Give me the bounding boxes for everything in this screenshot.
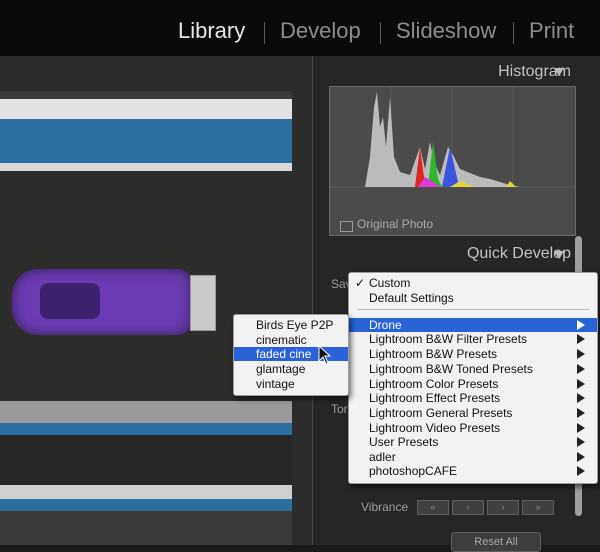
vibrance-decrease-button[interactable]: ‹ [452,500,484,515]
vibrance-increase-large-button[interactable]: » [522,500,554,515]
reset-all-button[interactable]: Reset All [451,532,541,552]
menu-item-bw-presets[interactable]: Lightroom B&W Presets [349,347,597,361]
preset-birds-eye-p2p[interactable]: Birds Eye P2P [234,318,348,332]
road-stripe [0,485,292,499]
road-stripe [0,499,292,511]
submenu-arrow-icon [577,466,585,476]
menu-item-label: Lightroom B&W Presets [369,347,498,361]
submenu-arrow-icon [577,452,585,462]
preset-vintage[interactable]: vintage [234,377,348,391]
car-wing [190,275,216,331]
vibrance-increase-button[interactable]: › [487,500,519,515]
tarmac [0,435,292,485]
submenu-arrow-icon [577,349,585,359]
menu-item-label: Custom [369,276,411,290]
menu-separator [357,309,589,310]
menu-item-label: faded cine [256,347,312,361]
menu-item-label: photoshopCAFE [369,464,458,478]
histogram-graph [330,87,575,188]
menu-item-label: Lightroom Effect Presets [369,391,501,405]
menu-item-label: User Presets [369,435,439,449]
menu-item-color-presets[interactable]: Lightroom Color Presets [349,377,597,391]
module-separator [264,22,265,44]
original-photo-label: Original Photo [357,217,434,231]
road-stripe [0,119,292,163]
menu-item-default-settings[interactable]: Default Settings [349,291,597,305]
menu-item-user-presets[interactable]: User Presets [349,435,597,449]
menu-item-label: Lightroom Video Presets [369,421,501,435]
checkmark-icon: ✓ [355,276,366,290]
module-separator [380,22,381,44]
menu-item-effect-presets[interactable]: Lightroom Effect Presets [349,391,597,405]
road-stripe [0,99,292,119]
collapse-triangle-icon[interactable] [554,68,564,76]
road-stripe [0,163,292,171]
menu-item-label: Lightroom B&W Toned Presets [369,362,533,376]
purple-car [12,269,192,335]
menu-item-adler[interactable]: adler [349,450,597,464]
submenu-arrow-icon [577,423,585,433]
menu-item-bw-toned-presets[interactable]: Lightroom B&W Toned Presets [349,362,597,376]
tarmac [0,511,292,545]
module-develop[interactable]: Develop [280,18,361,44]
vibrance-label: Vibrance [361,500,409,514]
module-print[interactable]: Print [529,18,574,44]
submenu-arrow-icon [577,393,585,403]
vibrance-decrease-large-button[interactable]: « [417,500,449,515]
menu-item-label: adler [369,450,396,464]
submenu-arrow-icon [577,320,585,330]
submenu-arrow-icon [577,334,585,344]
module-slideshow[interactable]: Slideshow [396,18,496,44]
menu-item-label: cinematic [256,333,307,347]
histogram-luminance [365,92,520,187]
histogram: Original Photo [329,86,576,236]
submenu-arrow-icon [577,408,585,418]
road-stripe [0,401,292,423]
saved-preset-menu: ✓ Custom Default Settings Drone Lightroo… [348,272,598,484]
menu-item-custom[interactable]: ✓ Custom [349,276,597,290]
image-view[interactable] [0,56,312,545]
menu-item-label: Lightroom General Presets [369,406,513,420]
menu-item-label: glamtage [256,362,306,376]
original-photo-checkbox[interactable] [340,221,353,232]
menu-item-label: Lightroom Color Presets [369,377,499,391]
collapse-triangle-icon[interactable] [554,251,564,259]
menu-item-label: Drone [369,318,402,332]
menu-item-label: vintage [256,377,295,391]
submenu-arrow-icon [577,364,585,374]
car-hood [40,283,100,319]
menu-item-video-presets[interactable]: Lightroom Video Presets [349,421,597,435]
submenu-arrow-icon [577,379,585,389]
menu-item-label: Birds Eye P2P [256,318,334,332]
menu-item-label: Lightroom B&W Filter Presets [369,332,528,346]
menu-item-label: Default Settings [369,291,454,305]
menu-item-drone[interactable]: Drone [349,318,597,332]
submenu-arrow-icon [577,437,585,447]
histogram-yellow [506,181,516,187]
menu-item-photoshopcafe[interactable]: photoshopCAFE [349,464,597,478]
road-stripe [0,423,292,435]
menu-item-bw-filter-presets[interactable]: Lightroom B&W Filter Presets [349,332,597,346]
module-separator [513,22,514,44]
module-picker: Library Develop Slideshow Print [0,0,600,56]
menu-item-general-presets[interactable]: Lightroom General Presets [349,406,597,420]
module-library[interactable]: Library [178,18,245,44]
mouse-cursor-icon [318,345,332,365]
